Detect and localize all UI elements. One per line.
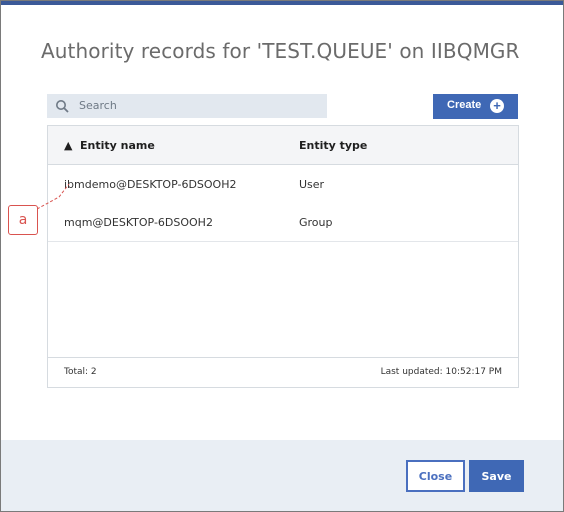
entity-type-cell: User — [299, 178, 325, 191]
entity-type-cell: Group — [299, 216, 333, 229]
column-header-entity-name[interactable]: Entity name — [80, 139, 155, 152]
entity-name-cell: mqm@DESKTOP-6DSOOH2 — [64, 216, 213, 229]
annotation-label: a — [18, 212, 28, 228]
save-button[interactable]: Save — [469, 460, 524, 492]
authority-records-table: ▲ Entity name Entity type ibmdemo@DESKTO… — [47, 125, 519, 388]
table-header: ▲ Entity name Entity type — [48, 126, 518, 165]
last-updated-timestamp: Last updated: 10:52:17 PM — [380, 367, 502, 377]
plus-circle-icon: + — [490, 99, 504, 113]
entity-name-cell: ibmdemo@DESKTOP-6DSOOH2 — [64, 178, 237, 191]
total-count: Total: 2 — [64, 367, 97, 377]
annotation-callout: a — [8, 205, 38, 235]
close-button[interactable]: Close — [406, 460, 465, 492]
dialog-title: Authority records for 'TEST.QUEUE' on II… — [41, 39, 520, 63]
dialog-top-accent-bar — [1, 1, 563, 5]
table-footer: Total: 2 Last updated: 10:52:17 PM — [48, 357, 518, 388]
table-row[interactable]: mqm@DESKTOP-6DSOOH2 Group — [48, 203, 518, 242]
search-placeholder: Search — [79, 99, 117, 112]
create-button-label: Create — [447, 99, 482, 111]
authority-records-dialog: Authority records for 'TEST.QUEUE' on II… — [0, 0, 564, 512]
table-row[interactable]: ibmdemo@DESKTOP-6DSOOH2 User — [48, 165, 518, 204]
column-header-entity-type[interactable]: Entity type — [299, 139, 367, 152]
create-button[interactable]: Create + — [433, 94, 518, 119]
search-field[interactable]: Search — [47, 94, 327, 118]
